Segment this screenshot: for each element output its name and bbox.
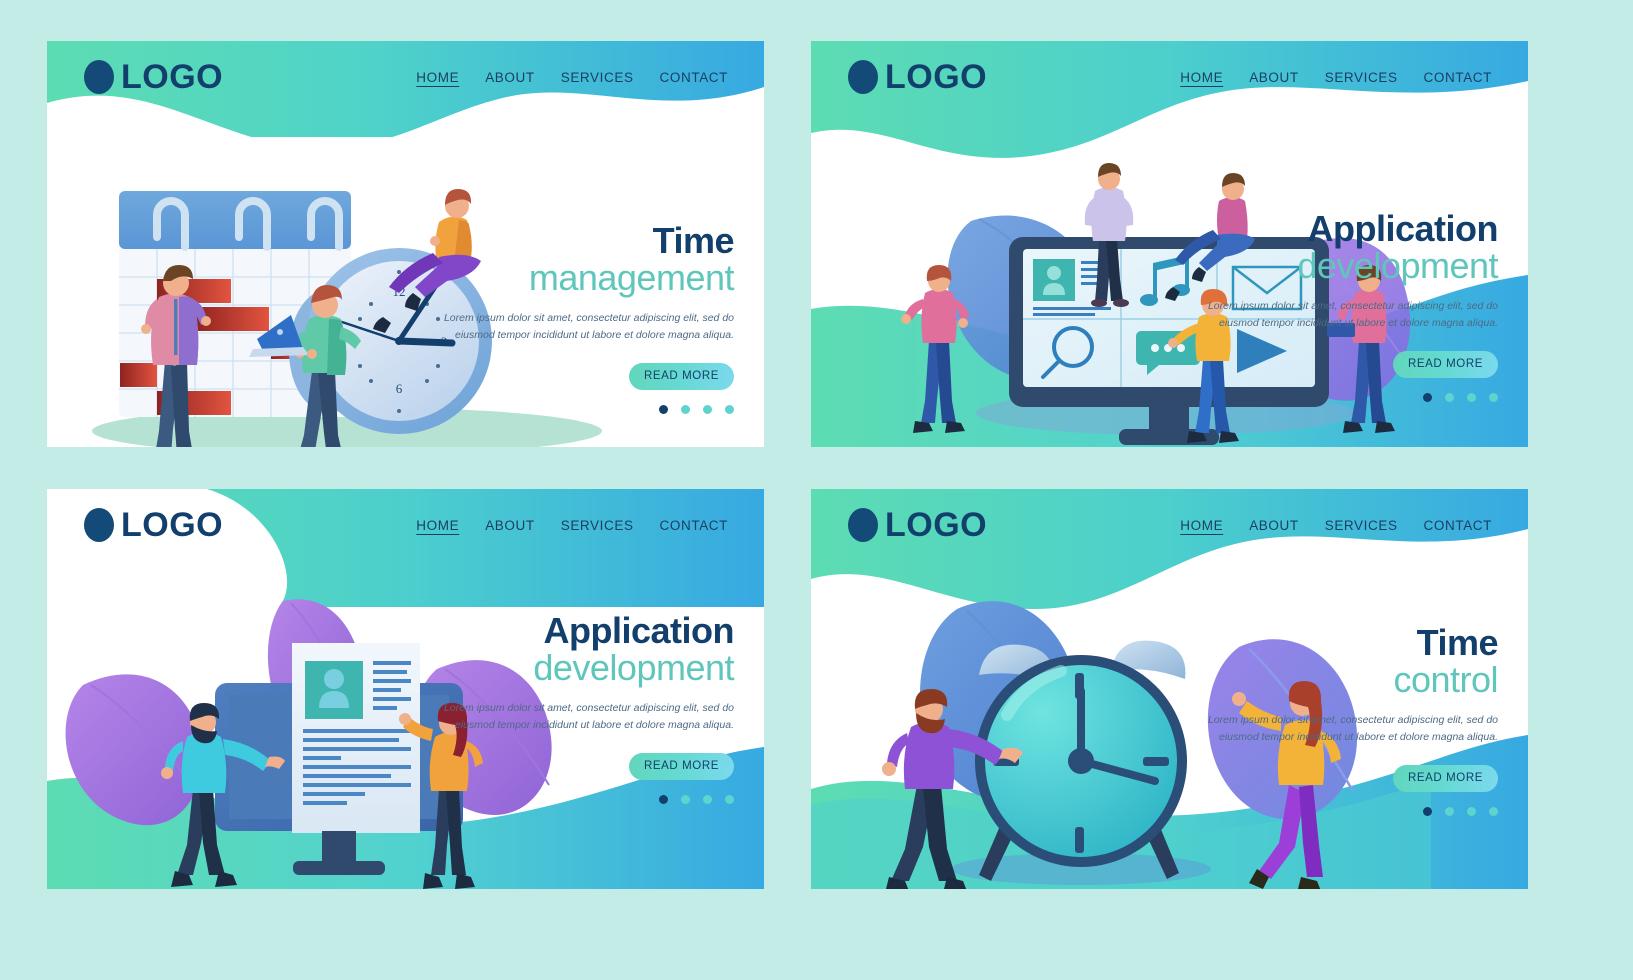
nav-item-services[interactable]: SERVICES [1325,70,1398,85]
landing-panel-time-management: 12 3 6 9 [47,41,764,447]
logo[interactable]: LOGO [848,60,987,94]
pagination-dot-2[interactable] [681,404,690,414]
panel-1-content: Time management Lorem ipsum dolor sit am… [434,220,735,414]
logo[interactable]: LOGO [84,508,223,542]
pagination-dot-4[interactable] [725,794,734,804]
nav-item-about[interactable]: ABOUT [485,518,535,533]
svg-text:6: 6 [396,381,403,396]
logo-circle-icon [84,60,114,94]
panel-1-header: LOGO HOME ABOUT SERVICES CONTACT [47,41,764,113]
nav-item-about[interactable]: ABOUT [1249,518,1299,533]
pagination-dot-3[interactable] [1467,392,1476,402]
pagination-dot-4[interactable] [1489,806,1498,816]
pagination-dot-1[interactable] [659,794,668,804]
read-more-button[interactable]: READ MORE [1392,764,1498,792]
nav-item-services[interactable]: SERVICES [1325,518,1398,533]
cta-row: READ MORE [434,752,734,780]
logo-circle-icon [848,508,878,542]
logo-text: LOGO [885,506,988,544]
panel-4-content: Time control Lorem ipsum dolor sit amet,… [1198,622,1499,816]
heading-line-1: Time [652,220,735,261]
landing-panel-application-development-bottom: LOGO HOME ABOUT SERVICES CONTACT Applica… [47,489,764,889]
landing-page-set: 12 3 6 9 [0,0,1633,980]
nav-item-about[interactable]: ABOUT [485,70,535,85]
pagination-dots [434,794,734,804]
nav-item-services[interactable]: SERVICES [561,70,634,85]
pagination-dots [1198,392,1498,402]
panel-4-header: LOGO HOME ABOUT SERVICES CONTACT [811,489,1528,561]
main-nav: HOME ABOUT SERVICES CONTACT [416,518,728,533]
panel-2-header: LOGO HOME ABOUT SERVICES CONTACT [811,41,1528,113]
pagination-dot-1[interactable] [1423,806,1432,816]
panel-3-content: Application development Lorem ipsum dolo… [434,610,735,804]
nav-item-services[interactable]: SERVICES [561,518,634,533]
heading-line-1: Time [1416,622,1499,663]
cta-row: READ MORE [1198,350,1498,378]
panel-3-header: LOGO HOME ABOUT SERVICES CONTACT [47,489,764,561]
nav-item-home[interactable]: HOME [416,70,459,85]
main-nav: HOME ABOUT SERVICES CONTACT [416,70,728,85]
pagination-dot-4[interactable] [725,404,734,414]
cta-row: READ MORE [434,362,734,390]
pagination-dot-2[interactable] [681,794,690,804]
nav-item-home[interactable]: HOME [1180,518,1223,533]
logo-text: LOGO [121,58,224,96]
read-more-button[interactable]: READ MORE [628,752,734,780]
pagination-dot-4[interactable] [1489,392,1498,402]
logo-circle-icon [848,60,878,94]
main-nav: HOME ABOUT SERVICES CONTACT [1180,518,1492,533]
heading-line-1: Application [1307,208,1499,249]
pagination-dot-3[interactable] [703,404,712,414]
pagination-dot-1[interactable] [659,404,668,414]
cta-row: READ MORE [1198,764,1498,792]
body-paragraph: Lorem ipsum dolor sit amet, consectetur … [443,702,734,731]
pagination-dots [434,404,734,414]
body-paragraph: Lorem ipsum dolor sit amet, consectetur … [1207,714,1498,743]
body-paragraph: Lorem ipsum dolor sit amet, consectetur … [443,312,734,341]
heading-line-2: management [528,256,735,298]
pagination-dot-3[interactable] [1467,806,1476,816]
heading-line-1: Application [543,610,735,651]
nav-item-contact[interactable]: CONTACT [1424,518,1492,533]
nav-item-about[interactable]: ABOUT [1249,70,1299,85]
logo-circle-icon [84,508,114,542]
body-paragraph: Lorem ipsum dolor sit amet, consectetur … [1207,300,1498,329]
pagination-dot-1[interactable] [1423,392,1432,402]
nav-item-home[interactable]: HOME [1180,70,1223,85]
nav-item-contact[interactable]: CONTACT [660,518,728,533]
nav-item-home[interactable]: HOME [416,518,459,533]
logo[interactable]: LOGO [848,508,987,542]
pagination-dots [1198,806,1498,816]
pagination-dot-3[interactable] [703,794,712,804]
logo-text: LOGO [121,506,224,544]
nav-item-contact[interactable]: CONTACT [1424,70,1492,85]
logo-text: LOGO [885,58,988,96]
read-more-button[interactable]: READ MORE [628,362,734,390]
nav-item-contact[interactable]: CONTACT [660,70,728,85]
heading-line-2: development [533,646,734,688]
heading-line-2: control [1393,658,1498,700]
landing-panel-application-development-top: LOGO HOME ABOUT SERVICES CONTACT Applica… [811,41,1528,447]
main-nav: HOME ABOUT SERVICES CONTACT [1180,70,1492,85]
pagination-dot-2[interactable] [1445,392,1454,402]
heading-line-2: development [1297,244,1498,286]
panel-2-content: Application development Lorem ipsum dolo… [1198,208,1499,402]
read-more-button[interactable]: READ MORE [1392,350,1498,378]
landing-panel-time-control: LOGO HOME ABOUT SERVICES CONTACT Time co… [811,489,1528,889]
logo[interactable]: LOGO [84,60,223,94]
pagination-dot-2[interactable] [1445,806,1454,816]
